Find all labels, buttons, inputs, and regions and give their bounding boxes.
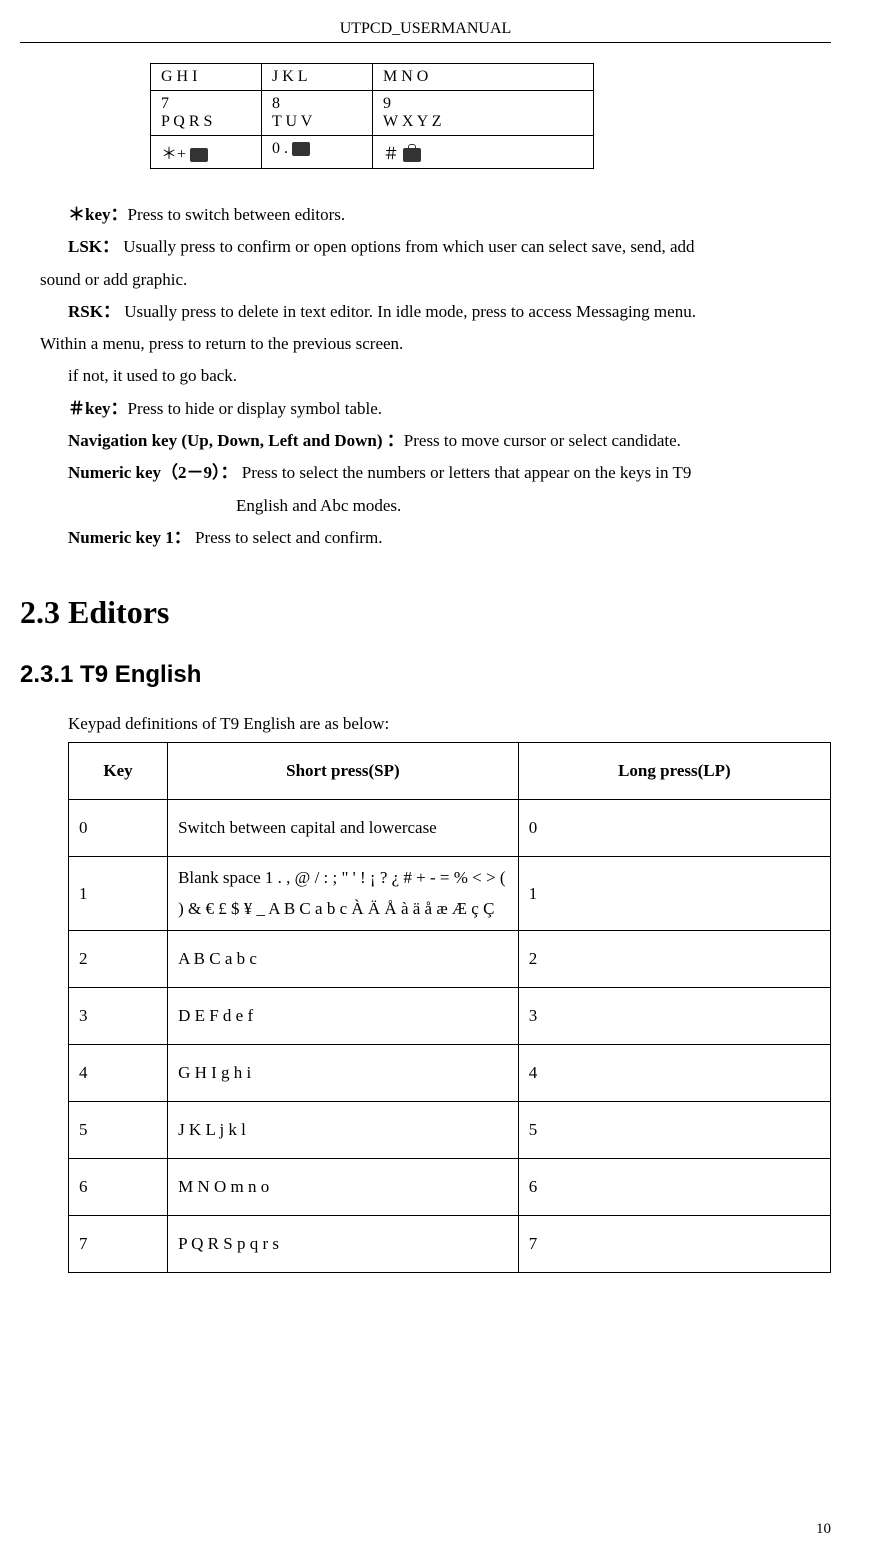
def-cont: sound or add graphic. bbox=[40, 264, 831, 296]
t9-sp: G H I g h i bbox=[168, 1045, 519, 1102]
hash-key-label: ＃key： bbox=[68, 399, 128, 418]
table-row: 7 P Q R S p q r s 7 bbox=[69, 1216, 831, 1273]
def-line: ＃key：Press to hide or display symbol tab… bbox=[40, 393, 831, 425]
t9-header-lp: Long press(LP) bbox=[518, 743, 830, 800]
subsection-heading: 2.3.1 T9 English bbox=[20, 661, 831, 689]
nav-key-text: Press to move cursor or select candidate… bbox=[404, 431, 681, 450]
keypad-letters: T U V bbox=[272, 113, 312, 130]
keypad-cell: J K L bbox=[262, 64, 373, 91]
t9-key: 5 bbox=[69, 1102, 168, 1159]
t9-sp: M N O m n o bbox=[168, 1159, 519, 1216]
hash-key-text: Press to hide or display symbol table. bbox=[128, 399, 383, 418]
t9-lp: 0 bbox=[518, 800, 830, 857]
table-row: 2 A B C a b c 2 bbox=[69, 931, 831, 988]
t9-sp: J K L j k l bbox=[168, 1102, 519, 1159]
table-row: 5 J K L j k l 5 bbox=[69, 1102, 831, 1159]
keypad-cell: G H I bbox=[151, 64, 262, 91]
t9-key: 7 bbox=[69, 1216, 168, 1273]
rsk-text: Usually press to delete in text editor. … bbox=[120, 302, 696, 321]
keypad-cell: 8 T U V bbox=[262, 91, 373, 136]
t9-key: 6 bbox=[69, 1159, 168, 1216]
keypad-letters-table: G H I J K L M N O 7 P Q R S 8 T U V 9 W … bbox=[150, 63, 594, 169]
keypad-cell: 7 P Q R S bbox=[151, 91, 262, 136]
keypad-cell: ＊+ bbox=[151, 136, 262, 169]
def-line: Navigation key (Up, Down, Left and Down)… bbox=[40, 425, 831, 457]
star-key-label: ＊key： bbox=[68, 205, 128, 224]
t9-key: 1 bbox=[69, 857, 168, 931]
t9-header-key: Key bbox=[69, 743, 168, 800]
keypad-symbol: 0 . bbox=[272, 140, 292, 157]
table-row: 6 M N O m n o 6 bbox=[69, 1159, 831, 1216]
def-line: LSK： Usually press to confirm or open op… bbox=[40, 231, 831, 263]
t9-lp: 6 bbox=[518, 1159, 830, 1216]
t9-sp: P Q R S p q r s bbox=[168, 1216, 519, 1273]
keypad-cell: 0 . bbox=[262, 136, 373, 169]
def-line: Numeric key（2－9）： Press to select the nu… bbox=[40, 457, 831, 489]
t9-sp: Switch between capital and lowercase bbox=[168, 800, 519, 857]
def-line: Numeric key 1： Press to select and confi… bbox=[40, 522, 831, 554]
page-header: UTPCD_USERMANUAL bbox=[20, 20, 831, 43]
t9-intro: Keypad definitions of T9 English are as … bbox=[68, 714, 831, 734]
mode-icon bbox=[292, 142, 310, 156]
t9-lp: 5 bbox=[518, 1102, 830, 1159]
page-number: 10 bbox=[816, 1521, 831, 1538]
t9-lp: 3 bbox=[518, 988, 830, 1045]
t9-lp: 4 bbox=[518, 1045, 830, 1102]
lsk-text: Usually press to confirm or open options… bbox=[119, 237, 695, 256]
num1-label: Numeric key 1： bbox=[68, 528, 191, 547]
keypad-symbol: ＊+ bbox=[161, 146, 190, 163]
t9-lp: 2 bbox=[518, 931, 830, 988]
t9-header-sp: Short press(SP) bbox=[168, 743, 519, 800]
nav-key-label: Navigation key (Up, Down, Left and Down)… bbox=[68, 431, 404, 450]
table-row: 3 D E F d e f 3 bbox=[69, 988, 831, 1045]
rsk-label: RSK： bbox=[68, 302, 120, 321]
num29-label: Numeric key（2－9）： bbox=[68, 463, 238, 482]
def-line: if not, it used to go back. bbox=[40, 360, 831, 392]
mode-icon bbox=[190, 148, 208, 162]
t9-sp: D E F d e f bbox=[168, 988, 519, 1045]
table-row: 4 G H I g h i 4 bbox=[69, 1045, 831, 1102]
keypad-num: 9 bbox=[383, 95, 391, 112]
lock-icon bbox=[403, 148, 421, 162]
def-line: RSK： Usually press to delete in text edi… bbox=[40, 296, 831, 328]
t9-key: 0 bbox=[69, 800, 168, 857]
keypad-num: 7 bbox=[161, 95, 169, 112]
keypad-cell: 9 W X Y Z bbox=[373, 91, 594, 136]
section-heading: 2.3 Editors bbox=[20, 594, 831, 631]
lsk-label: LSK： bbox=[68, 237, 119, 256]
t9-sp: A B C a b c bbox=[168, 931, 519, 988]
keypad-letters: P Q R S bbox=[161, 113, 212, 130]
t9-key: 2 bbox=[69, 931, 168, 988]
def-line: ＊key：Press to switch between editors. bbox=[40, 199, 831, 231]
t9-lp: 7 bbox=[518, 1216, 830, 1273]
keypad-symbol: ＃ bbox=[383, 146, 403, 163]
table-row: 1 Blank space 1 . , @ / : ; " ' ! ¡ ? ¿ … bbox=[69, 857, 831, 931]
keypad-cell: ＃ bbox=[373, 136, 594, 169]
table-row: 0 Switch between capital and lowercase 0 bbox=[69, 800, 831, 857]
t9-keypad-table: Key Short press(SP) Long press(LP) 0 Swi… bbox=[68, 742, 831, 1273]
t9-key: 4 bbox=[69, 1045, 168, 1102]
t9-key: 3 bbox=[69, 988, 168, 1045]
num1-text: Press to select and confirm. bbox=[191, 528, 383, 547]
star-key-text: Press to switch between editors. bbox=[128, 205, 346, 224]
keypad-letters: W X Y Z bbox=[383, 113, 442, 130]
def-cont: English and Abc modes. bbox=[40, 490, 831, 522]
def-cont: Within a menu, press to return to the pr… bbox=[40, 328, 831, 360]
t9-lp: 1 bbox=[518, 857, 830, 931]
keypad-cell: M N O bbox=[373, 64, 594, 91]
keypad-num: 8 bbox=[272, 95, 280, 112]
num29-text: Press to select the numbers or letters t… bbox=[238, 463, 692, 482]
t9-sp: Blank space 1 . , @ / : ; " ' ! ¡ ? ¿ # … bbox=[168, 857, 519, 931]
